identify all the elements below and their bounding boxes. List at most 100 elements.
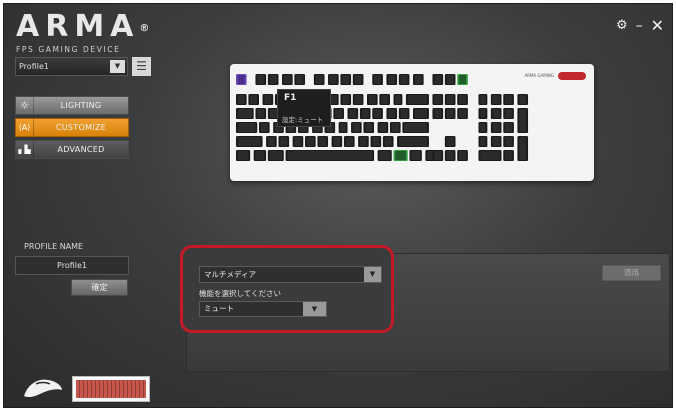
keyboard-key[interactable] bbox=[337, 122, 349, 133]
keyboard-key[interactable] bbox=[412, 74, 423, 85]
keyboard-key[interactable] bbox=[347, 108, 358, 119]
function-select[interactable]: ミュート ▼ bbox=[199, 301, 327, 317]
keyboard-key[interactable] bbox=[503, 136, 515, 147]
keyboard-key[interactable] bbox=[366, 94, 378, 105]
keyboard-key[interactable] bbox=[363, 122, 375, 133]
keyboard-key[interactable] bbox=[503, 150, 515, 161]
keyboard-key[interactable] bbox=[396, 136, 430, 147]
keyboard-key[interactable] bbox=[281, 74, 293, 85]
keyboard-key[interactable] bbox=[399, 74, 410, 85]
keyboard-key[interactable] bbox=[353, 74, 364, 85]
keyboard-key[interactable] bbox=[458, 74, 469, 85]
keyboard-key[interactable] bbox=[266, 136, 277, 147]
mouse-icon[interactable] bbox=[22, 374, 64, 400]
keyboard-key[interactable] bbox=[331, 136, 342, 147]
keyboard-key[interactable] bbox=[285, 150, 375, 161]
keyboard-key[interactable] bbox=[255, 74, 266, 85]
chevron-down-icon[interactable]: ▼ bbox=[110, 60, 125, 73]
chevron-down-icon[interactable]: ▼ bbox=[364, 267, 381, 282]
keyboard-key[interactable] bbox=[268, 150, 283, 161]
keyboard-key[interactable] bbox=[503, 108, 515, 119]
keyboard-key[interactable] bbox=[318, 136, 329, 147]
keyboard-key[interactable] bbox=[444, 150, 456, 161]
profile-name-input[interactable]: Profile1 bbox=[15, 256, 129, 275]
keyboard-key[interactable] bbox=[477, 136, 489, 147]
keyboard-key[interactable] bbox=[516, 136, 528, 161]
keyboard-key[interactable] bbox=[412, 108, 430, 119]
keyboard-key[interactable] bbox=[490, 108, 502, 119]
keyboard-key[interactable] bbox=[255, 108, 266, 119]
keyboard-key[interactable] bbox=[327, 74, 338, 85]
keyboard-key[interactable] bbox=[249, 94, 260, 105]
keyboard-key[interactable] bbox=[431, 150, 443, 161]
keyboard-key[interactable] bbox=[458, 108, 469, 119]
keyboard-key[interactable] bbox=[377, 150, 392, 161]
keyboard-key[interactable] bbox=[350, 122, 362, 133]
keyboard-key[interactable] bbox=[394, 150, 408, 161]
keyboard-key[interactable] bbox=[333, 108, 345, 119]
confirm-button[interactable]: 確定 bbox=[71, 279, 128, 296]
keyboard-key[interactable] bbox=[444, 108, 456, 119]
keyboard-key[interactable] bbox=[259, 122, 270, 133]
keyboard-key[interactable] bbox=[444, 74, 456, 85]
keyboard-key[interactable] bbox=[477, 108, 489, 119]
keyboard-key[interactable] bbox=[409, 150, 423, 161]
keyboard-key[interactable] bbox=[405, 94, 430, 105]
keyboard-key[interactable] bbox=[516, 94, 528, 105]
sidebar-item-customize[interactable]: ⟨A⟩ CUSTOMIZE bbox=[15, 118, 129, 137]
minimize-button[interactable]: – bbox=[636, 19, 643, 33]
keyboard-key[interactable] bbox=[340, 94, 351, 105]
chevron-down-icon[interactable]: ▼ bbox=[303, 302, 326, 316]
keyboard-key[interactable] bbox=[383, 136, 395, 147]
keyboard-key[interactable] bbox=[477, 150, 502, 161]
keyboard-key[interactable] bbox=[431, 94, 443, 105]
profile-select[interactable]: Profile1 ▼ bbox=[15, 57, 128, 76]
keyboard-thumbnail[interactable] bbox=[72, 376, 150, 402]
keyboard-key[interactable] bbox=[490, 94, 502, 105]
keyboard-key[interactable] bbox=[477, 122, 489, 133]
keyboard-key[interactable] bbox=[403, 122, 430, 133]
keyboard-key[interactable] bbox=[390, 122, 401, 133]
keyboard-key[interactable] bbox=[386, 74, 397, 85]
keyboard-key[interactable] bbox=[252, 150, 266, 161]
profile-menu-button[interactable]: ☰ bbox=[132, 57, 151, 76]
keyboard-key[interactable] bbox=[292, 136, 303, 147]
keyboard-key[interactable] bbox=[379, 94, 391, 105]
keyboard-key[interactable] bbox=[373, 74, 384, 85]
keyboard-key[interactable] bbox=[399, 108, 410, 119]
keyboard-key[interactable] bbox=[236, 150, 251, 161]
keyboard-key[interactable] bbox=[357, 136, 368, 147]
keyboard-key[interactable] bbox=[431, 108, 443, 119]
keyboard-key[interactable] bbox=[392, 94, 404, 105]
keyboard-key[interactable] bbox=[431, 74, 443, 85]
keyboard-key[interactable] bbox=[386, 108, 397, 119]
category-select[interactable]: マルチメディア ▼ bbox=[199, 266, 382, 283]
gear-icon[interactable]: ⚙ bbox=[616, 19, 628, 33]
keyboard-key[interactable] bbox=[490, 122, 502, 133]
keyboard-key[interactable] bbox=[503, 94, 515, 105]
keyboard-key[interactable] bbox=[236, 122, 257, 133]
keyboard-key[interactable] bbox=[458, 150, 469, 161]
keyboard-key[interactable] bbox=[370, 136, 381, 147]
keyboard-key[interactable] bbox=[236, 74, 247, 85]
apply-button[interactable]: 適用 bbox=[602, 265, 661, 281]
keyboard-key[interactable] bbox=[353, 94, 364, 105]
keyboard-key[interactable] bbox=[340, 74, 351, 85]
keyboard-key[interactable] bbox=[477, 94, 489, 105]
keyboard-key[interactable] bbox=[236, 94, 247, 105]
keyboard-key[interactable] bbox=[377, 122, 388, 133]
keyboard-key[interactable] bbox=[279, 136, 290, 147]
keyboard-key[interactable] bbox=[262, 94, 273, 105]
keyboard-key[interactable] bbox=[305, 136, 316, 147]
keyboard-key[interactable] bbox=[236, 108, 253, 119]
keyboard-key[interactable] bbox=[516, 108, 528, 133]
keyboard-key[interactable] bbox=[503, 122, 515, 133]
keyboard-key[interactable] bbox=[490, 136, 502, 147]
keyboard-key[interactable] bbox=[268, 74, 280, 85]
keyboard-key[interactable] bbox=[294, 74, 306, 85]
sidebar-item-lighting[interactable]: ☼ LIGHTING bbox=[15, 96, 129, 115]
keyboard-key[interactable] bbox=[458, 94, 469, 105]
sidebar-item-advanced[interactable]: ▖▙ ADVANCED bbox=[15, 140, 129, 159]
keyboard-key[interactable] bbox=[360, 108, 371, 119]
keyboard-key[interactable] bbox=[344, 136, 355, 147]
